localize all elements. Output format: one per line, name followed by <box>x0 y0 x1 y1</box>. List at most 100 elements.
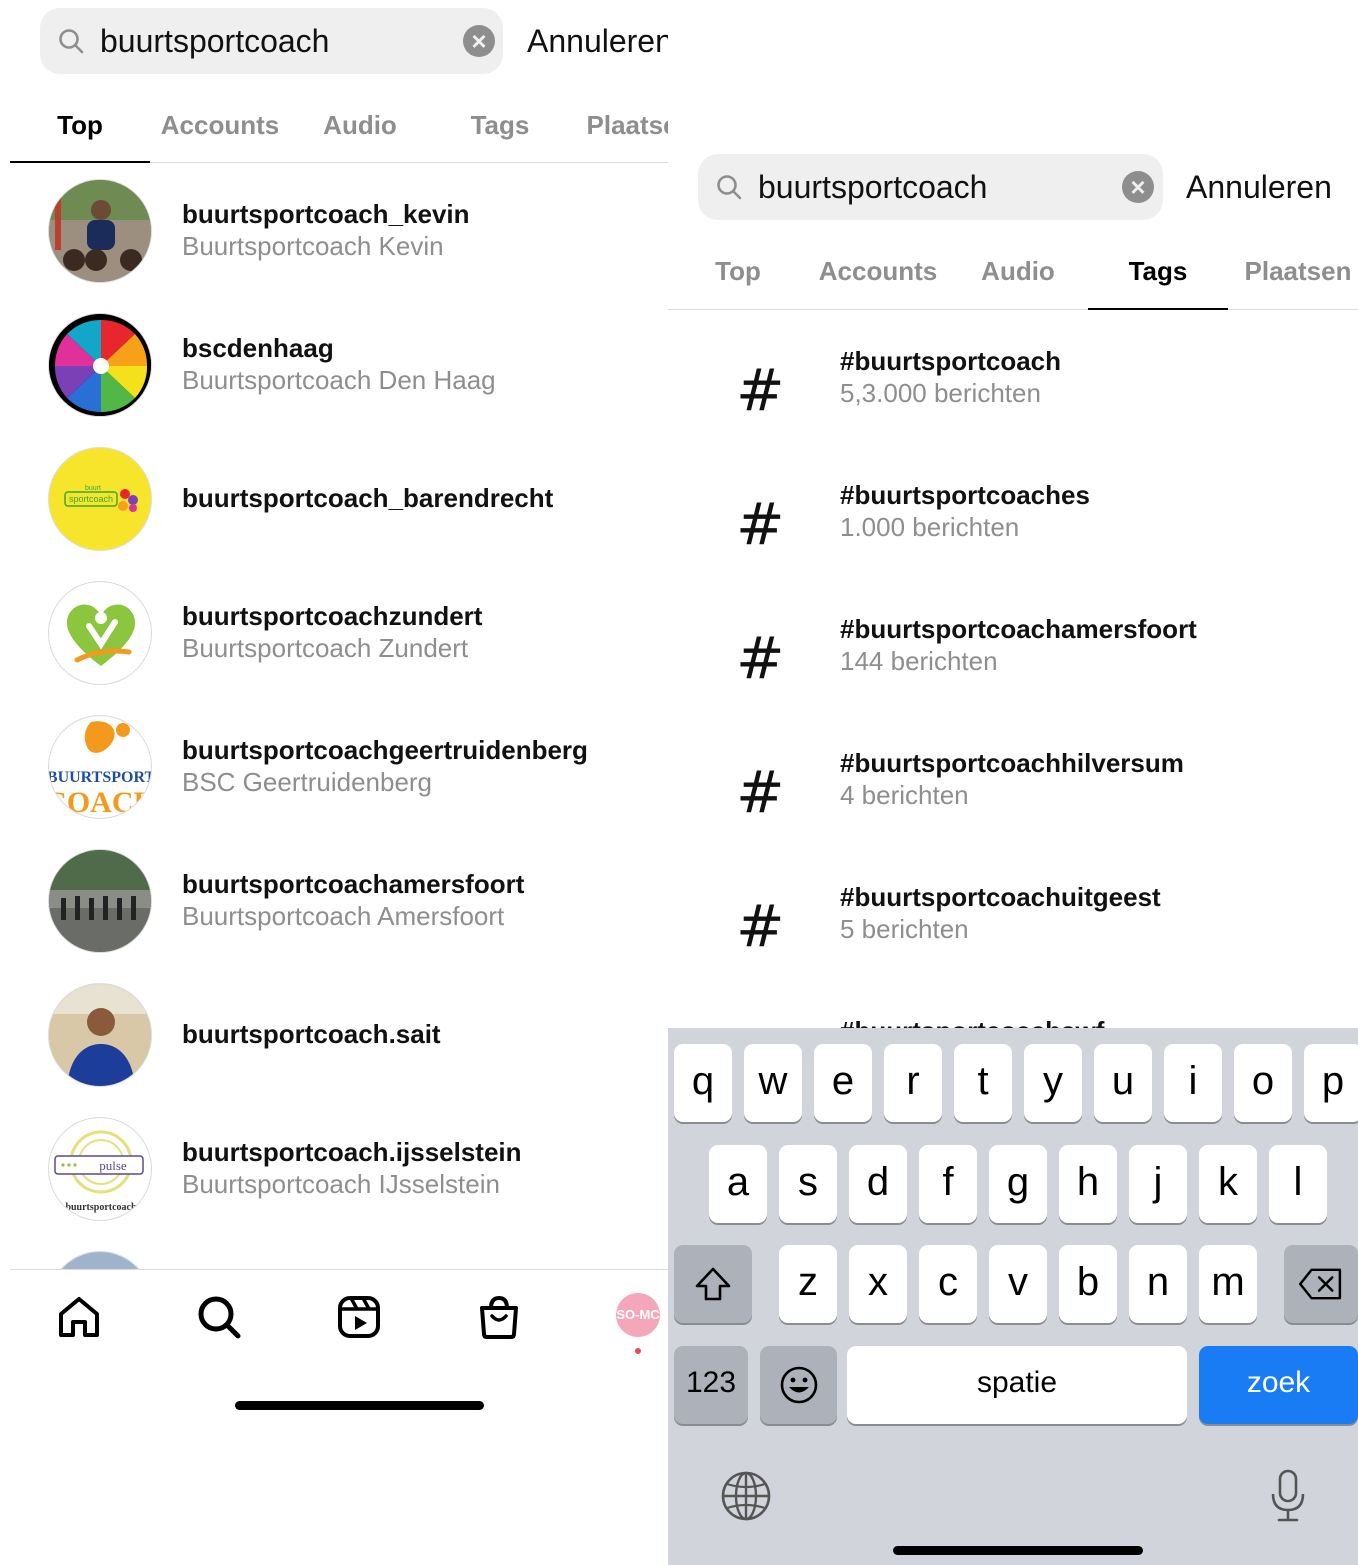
hashtag-icon: # <box>736 356 785 424</box>
account-row[interactable]: buurtsportcoach_kevin Buurtsportcoach Ke… <box>48 179 668 283</box>
key-i[interactable]: i <box>1164 1044 1222 1122</box>
key-z[interactable]: z <box>779 1245 837 1323</box>
key-u[interactable]: u <box>1094 1044 1152 1122</box>
space-key[interactable]: spatie <box>847 1346 1187 1424</box>
numbers-key[interactable]: 123 <box>674 1346 748 1424</box>
key-a[interactable]: a <box>709 1145 767 1223</box>
account-username: buurtsportcoachzundert <box>182 601 483 631</box>
shop-icon[interactable] <box>476 1294 522 1340</box>
tab-plaatsen[interactable]: Plaatsen <box>1228 256 1358 309</box>
hashtag-icon: # <box>736 758 785 826</box>
account-row[interactable]: sportcoach buurt buurtsportcoach_barendr… <box>48 447 668 551</box>
tab-audio[interactable]: Audio <box>948 256 1088 309</box>
reels-icon[interactable] <box>336 1294 382 1340</box>
search-bar[interactable]: buurtsportcoach × <box>40 8 503 74</box>
emoji-key[interactable] <box>760 1346 837 1424</box>
tag-row[interactable]: # #buurtsportcoaches 1.000 berichten <box>668 480 1358 570</box>
account-row[interactable]: bscdenhaag Buurtsportcoach Den Haag <box>48 313 668 417</box>
tag-name: #buurtsportcoachamersfoort <box>840 614 1197 644</box>
home-icon[interactable] <box>56 1294 102 1340</box>
avatar-logo-text: buurt <box>85 485 101 492</box>
hashtag-icon: # <box>736 892 785 960</box>
account-username: buurtsportcoachgeertruidenberg <box>182 735 588 765</box>
avatar: pulse buurtsportcoach <box>48 1117 152 1221</box>
account-fullname: Buurtsportcoach Den Haag <box>182 365 496 395</box>
key-l[interactable]: l <box>1269 1145 1327 1223</box>
tag-post-count: 4 berichten <box>840 780 969 810</box>
clear-search-icon[interactable]: × <box>1122 171 1154 203</box>
tab-tags[interactable]: Tags <box>430 110 570 163</box>
key-r[interactable]: r <box>884 1044 942 1122</box>
keyboard: qwertyuiop asdfghjkl zxcvbnm 123 spatie … <box>668 1028 1358 1565</box>
key-x[interactable]: x <box>849 1245 907 1323</box>
account-fullname: BSC Geertruidenberg <box>182 767 433 797</box>
tag-post-count: 5 berichten <box>840 914 969 944</box>
key-d[interactable]: d <box>849 1145 907 1223</box>
clear-search-icon[interactable]: × <box>463 25 495 57</box>
key-k[interactable]: k <box>1199 1145 1257 1223</box>
search-input[interactable]: buurtsportcoach <box>100 23 329 60</box>
tag-row[interactable]: # #buurtsportcoachuitgeest 5 berichten <box>668 882 1358 972</box>
avatar <box>48 849 152 953</box>
avatar <box>48 983 152 1087</box>
key-o[interactable]: o <box>1234 1044 1292 1122</box>
cancel-button[interactable]: Annuleren <box>1186 169 1332 206</box>
globe-icon[interactable] <box>720 1470 772 1522</box>
tag-row[interactable]: # #buurtsportcoach 5,3.000 berichten <box>668 346 1358 436</box>
account-row[interactable]: buurtsportcoachamersfoort Buurtsportcoac… <box>48 849 668 953</box>
account-username: bscdenhaag <box>182 333 334 363</box>
key-v[interactable]: v <box>989 1245 1047 1323</box>
hashtag-icon: # <box>736 624 785 692</box>
key-h[interactable]: h <box>1059 1145 1117 1223</box>
account-username: buurtsportcoachamersfoort <box>182 869 525 899</box>
account-row-partial[interactable] <box>48 1251 668 1269</box>
key-s[interactable]: s <box>779 1145 837 1223</box>
key-b[interactable]: b <box>1059 1245 1117 1323</box>
backspace-key[interactable] <box>1284 1245 1358 1323</box>
account-row[interactable]: BUURTSPORT COACH buurtsportcoachgeertrui… <box>48 715 668 819</box>
search-input[interactable]: buurtsportcoach <box>758 169 987 206</box>
key-c[interactable]: c <box>919 1245 977 1323</box>
account-row[interactable]: buurtsportcoach.sait <box>48 983 668 1087</box>
search-submit-key[interactable]: zoek <box>1199 1346 1358 1424</box>
account-fullname: Buurtsportcoach Zundert <box>182 633 469 663</box>
tab-tags[interactable]: Tags <box>1088 256 1228 309</box>
tab-top[interactable]: Top <box>668 256 808 309</box>
search-icon[interactable] <box>196 1294 242 1340</box>
avatar <box>48 581 152 685</box>
key-f[interactable]: f <box>919 1145 977 1223</box>
search-bar[interactable]: buurtsportcoach × <box>698 154 1163 220</box>
left-screen: buurtsportcoach × Annuleren Top Accounts… <box>0 0 668 1565</box>
tag-row[interactable]: # #buurtsportcoachamersfoort 144 bericht… <box>668 614 1358 704</box>
account-username: buurtsportcoach_barendrecht <box>182 483 554 513</box>
shift-icon <box>695 1267 731 1301</box>
tab-accounts[interactable]: Accounts <box>150 110 290 163</box>
cancel-button[interactable]: Annuleren <box>527 23 668 60</box>
key-e[interactable]: e <box>814 1044 872 1122</box>
key-w[interactable]: w <box>744 1044 802 1122</box>
profile-avatar[interactable]: SO-MC <box>616 1293 660 1337</box>
search-icon <box>59 29 84 54</box>
notification-dot <box>635 1348 641 1354</box>
key-n[interactable]: n <box>1129 1245 1187 1323</box>
key-j[interactable]: j <box>1129 1145 1187 1223</box>
key-m[interactable]: m <box>1199 1245 1257 1323</box>
key-q[interactable]: q <box>674 1044 732 1122</box>
key-g[interactable]: g <box>989 1145 1047 1223</box>
tag-post-count: 5,3.000 berichten <box>840 378 1041 408</box>
account-row[interactable]: buurtsportcoachzundert Buurtsportcoach Z… <box>48 581 668 685</box>
tab-top[interactable]: Top <box>10 110 150 163</box>
shift-key[interactable] <box>674 1245 752 1323</box>
key-p[interactable]: p <box>1304 1044 1358 1122</box>
emoji-icon <box>780 1366 817 1404</box>
tab-accounts[interactable]: Accounts <box>808 256 948 309</box>
key-y[interactable]: y <box>1024 1044 1082 1122</box>
tab-plaatsen[interactable]: Plaatsen <box>570 110 668 163</box>
account-row[interactable]: pulse buurtsportcoach buurtsportcoach.ij… <box>48 1117 668 1221</box>
key-t[interactable]: t <box>954 1044 1012 1122</box>
avatar-logo-text: buurtsportcoach <box>65 1202 137 1213</box>
microphone-icon[interactable] <box>1268 1468 1308 1524</box>
account-fullname: Buurtsportcoach Amersfoort <box>182 901 505 931</box>
tag-row[interactable]: # #buurtsportcoachhilversum 4 berichten <box>668 748 1358 838</box>
tab-audio[interactable]: Audio <box>290 110 430 163</box>
